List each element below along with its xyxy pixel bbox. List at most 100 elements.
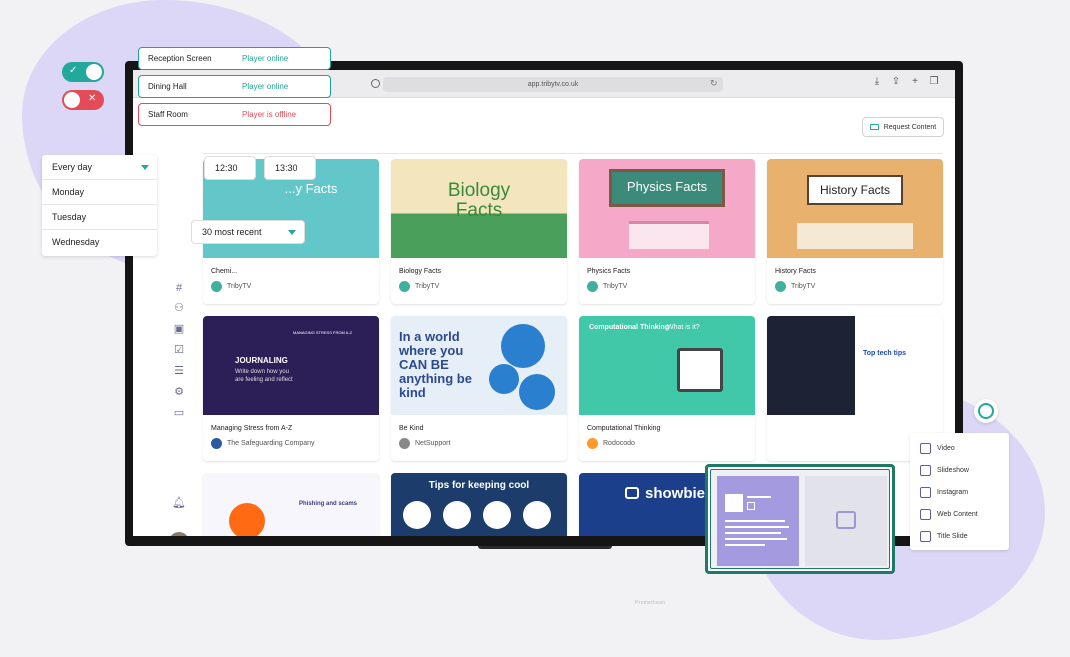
bell-icon[interactable]: 🔔︎ — [169, 496, 189, 510]
add-content-menu: Video Slideshow Instagram Web Content Ti… — [910, 433, 1009, 550]
reload-icon[interactable]: ↻ — [710, 78, 718, 89]
menu-item-label: Title Slide — [937, 532, 968, 540]
chevron-down-icon — [288, 230, 296, 235]
card-thumb-title: Physics Facts — [626, 179, 708, 194]
card-title: Biology Facts — [399, 268, 442, 275]
toggle-knob — [86, 64, 102, 80]
card-title: Computational Thinking — [587, 425, 661, 432]
menu-item-label: Web Content — [937, 510, 978, 518]
share-icon[interactable]: ⇪ — [891, 77, 901, 87]
card-thumb-title: Biology Facts — [447, 180, 511, 221]
text-panel — [717, 476, 799, 566]
card-author: Rodocodo — [603, 440, 635, 447]
card-thumbnail: MANAGING STRESS FROM A-Z JOURNALING Writ… — [203, 316, 379, 415]
card-title: Physics Facts — [587, 268, 631, 275]
content-card[interactable]: Tips for keeping cool — [391, 473, 567, 536]
card-thumbnail: Physics Facts — [579, 159, 755, 258]
video-icon — [920, 442, 931, 454]
monitor-stand — [478, 546, 612, 549]
menu-item-video[interactable]: Video — [920, 441, 955, 455]
check-icon: ✓ — [69, 65, 78, 76]
add-content-button[interactable] — [974, 399, 998, 423]
card-title: Be Kind — [399, 425, 424, 432]
author-logo-icon — [399, 281, 410, 292]
player-status-dining-hall[interactable]: Dining Hall Player online — [138, 75, 331, 98]
media-icon[interactable]: ▣ — [169, 322, 189, 336]
toggle-off[interactable]: ✕ — [62, 90, 104, 110]
toggle-on[interactable]: ✓ — [62, 62, 104, 82]
image-panel — [805, 476, 887, 566]
card-icon[interactable]: ▭ — [169, 406, 189, 420]
menu-item-instagram[interactable]: Instagram — [920, 485, 968, 499]
editor-canvas — [710, 469, 890, 569]
shield-icon[interactable] — [371, 79, 380, 88]
chevron-down-icon — [141, 165, 149, 170]
card-title: Managing Stress from A-Z — [211, 425, 293, 432]
request-content-button[interactable]: Request Content — [862, 117, 944, 137]
card-thumb-subtitle: What is it? — [667, 324, 700, 331]
card-thumb-title: In a world where you CAN BE anything be … — [399, 329, 472, 400]
author-logo-icon — [399, 438, 410, 449]
card-thumbnail: Tips for keeping cool — [391, 473, 567, 536]
card-thumb-title: Phishing and scams — [299, 501, 358, 507]
dropdown-option-monday[interactable]: Monday — [42, 180, 157, 205]
database-icon[interactable]: ☰ — [169, 364, 189, 378]
menu-item-web-content[interactable]: Web Content — [920, 507, 978, 521]
card-thumb-title: Top tech tips — [863, 350, 907, 357]
new-tab-icon[interactable]: + — [910, 77, 920, 87]
recent-dropdown[interactable]: 30 most recent — [191, 220, 305, 244]
content-card[interactable]: Biology Facts Biology Facts TribyTV — [391, 159, 567, 304]
dropdown-option-wednesday[interactable]: Wednesday — [42, 230, 157, 255]
dropdown-selected[interactable]: Every day — [42, 155, 157, 180]
menu-item-label: Instagram — [937, 488, 969, 496]
content-card[interactable]: Physics Facts Physics Facts TribyTV — [579, 159, 755, 304]
monitor-brand: Promethean — [635, 600, 666, 606]
card-thumbnail: Top tech tips — [767, 316, 943, 415]
author-logo-icon — [211, 438, 222, 449]
card-thumb-title: ...y Facts — [284, 181, 338, 196]
sidebar: # ⚇ ▣ ☑ ☰ ⚙ ▭ 🔔︎ — [163, 98, 195, 536]
menu-item-label: Video — [937, 444, 955, 452]
card-thumbnail: History Facts — [767, 159, 943, 258]
card-thumbnail: In a world where you CAN BE anything be … — [391, 316, 567, 415]
card-thumb-title: History Facts — [819, 183, 890, 197]
card-author: The Safeguarding Company — [227, 440, 315, 447]
player-status: Player is offline — [242, 110, 297, 119]
dropdown-selected-label: Every day — [52, 162, 93, 172]
card-author: TribyTV — [227, 283, 252, 290]
player-status-staff-room[interactable]: Staff Room Player is offline — [138, 103, 331, 126]
card-thumbnail: Phishing and scams — [203, 473, 379, 536]
user-check-icon[interactable]: ☑ — [169, 343, 189, 357]
recent-dropdown-label: 30 most recent — [202, 227, 262, 237]
card-author: TribyTV — [415, 283, 440, 290]
download-icon[interactable]: ⤓ — [872, 77, 882, 87]
player-status-reception[interactable]: Reception Screen Player online — [138, 47, 331, 70]
card-thumb-title: Tips for keeping cool — [428, 480, 530, 491]
dropdown-option-tuesday[interactable]: Tuesday — [42, 205, 157, 230]
card-thumb-body: Write down how you are feeling and refle… — [235, 369, 293, 383]
content-card[interactable]: MANAGING STRESS FROM A-Z JOURNALING Writ… — [203, 316, 379, 461]
hashtag-icon[interactable]: # — [169, 281, 189, 295]
day-dropdown[interactable]: Every day Monday Tuesday Wednesday — [42, 155, 157, 256]
users-icon[interactable]: ⚇ — [169, 301, 189, 315]
content-card[interactable]: In a world where you CAN BE anything be … — [391, 316, 567, 461]
end-time-field[interactable]: 13:30 — [264, 156, 316, 180]
gear-icon[interactable]: ⚙ — [169, 385, 189, 399]
address-bar[interactable]: app.tribytv.co.uk — [383, 77, 723, 92]
slide-editor-preview[interactable] — [705, 464, 895, 574]
divider — [203, 153, 943, 154]
toggle-knob — [64, 92, 80, 108]
tabs-overview-icon[interactable]: ❐ — [929, 77, 939, 87]
content-card[interactable]: History Facts History Facts TribyTV — [767, 159, 943, 304]
card-author: NetSupport — [415, 440, 451, 447]
mail-icon — [869, 124, 879, 130]
menu-item-title-slide[interactable]: Title Slide — [920, 529, 967, 543]
web-icon — [920, 508, 931, 520]
menu-item-slideshow[interactable]: Slideshow — [920, 463, 969, 477]
player-status: Player online — [242, 54, 289, 63]
content-card[interactable]: Phishing and scams — [203, 473, 379, 536]
avatar[interactable] — [169, 532, 189, 536]
screen-name: Dining Hall — [148, 82, 187, 91]
content-card[interactable]: Computational Thinking What is it? Compu… — [579, 316, 755, 461]
start-time-field[interactable]: 12:30 — [204, 156, 256, 180]
